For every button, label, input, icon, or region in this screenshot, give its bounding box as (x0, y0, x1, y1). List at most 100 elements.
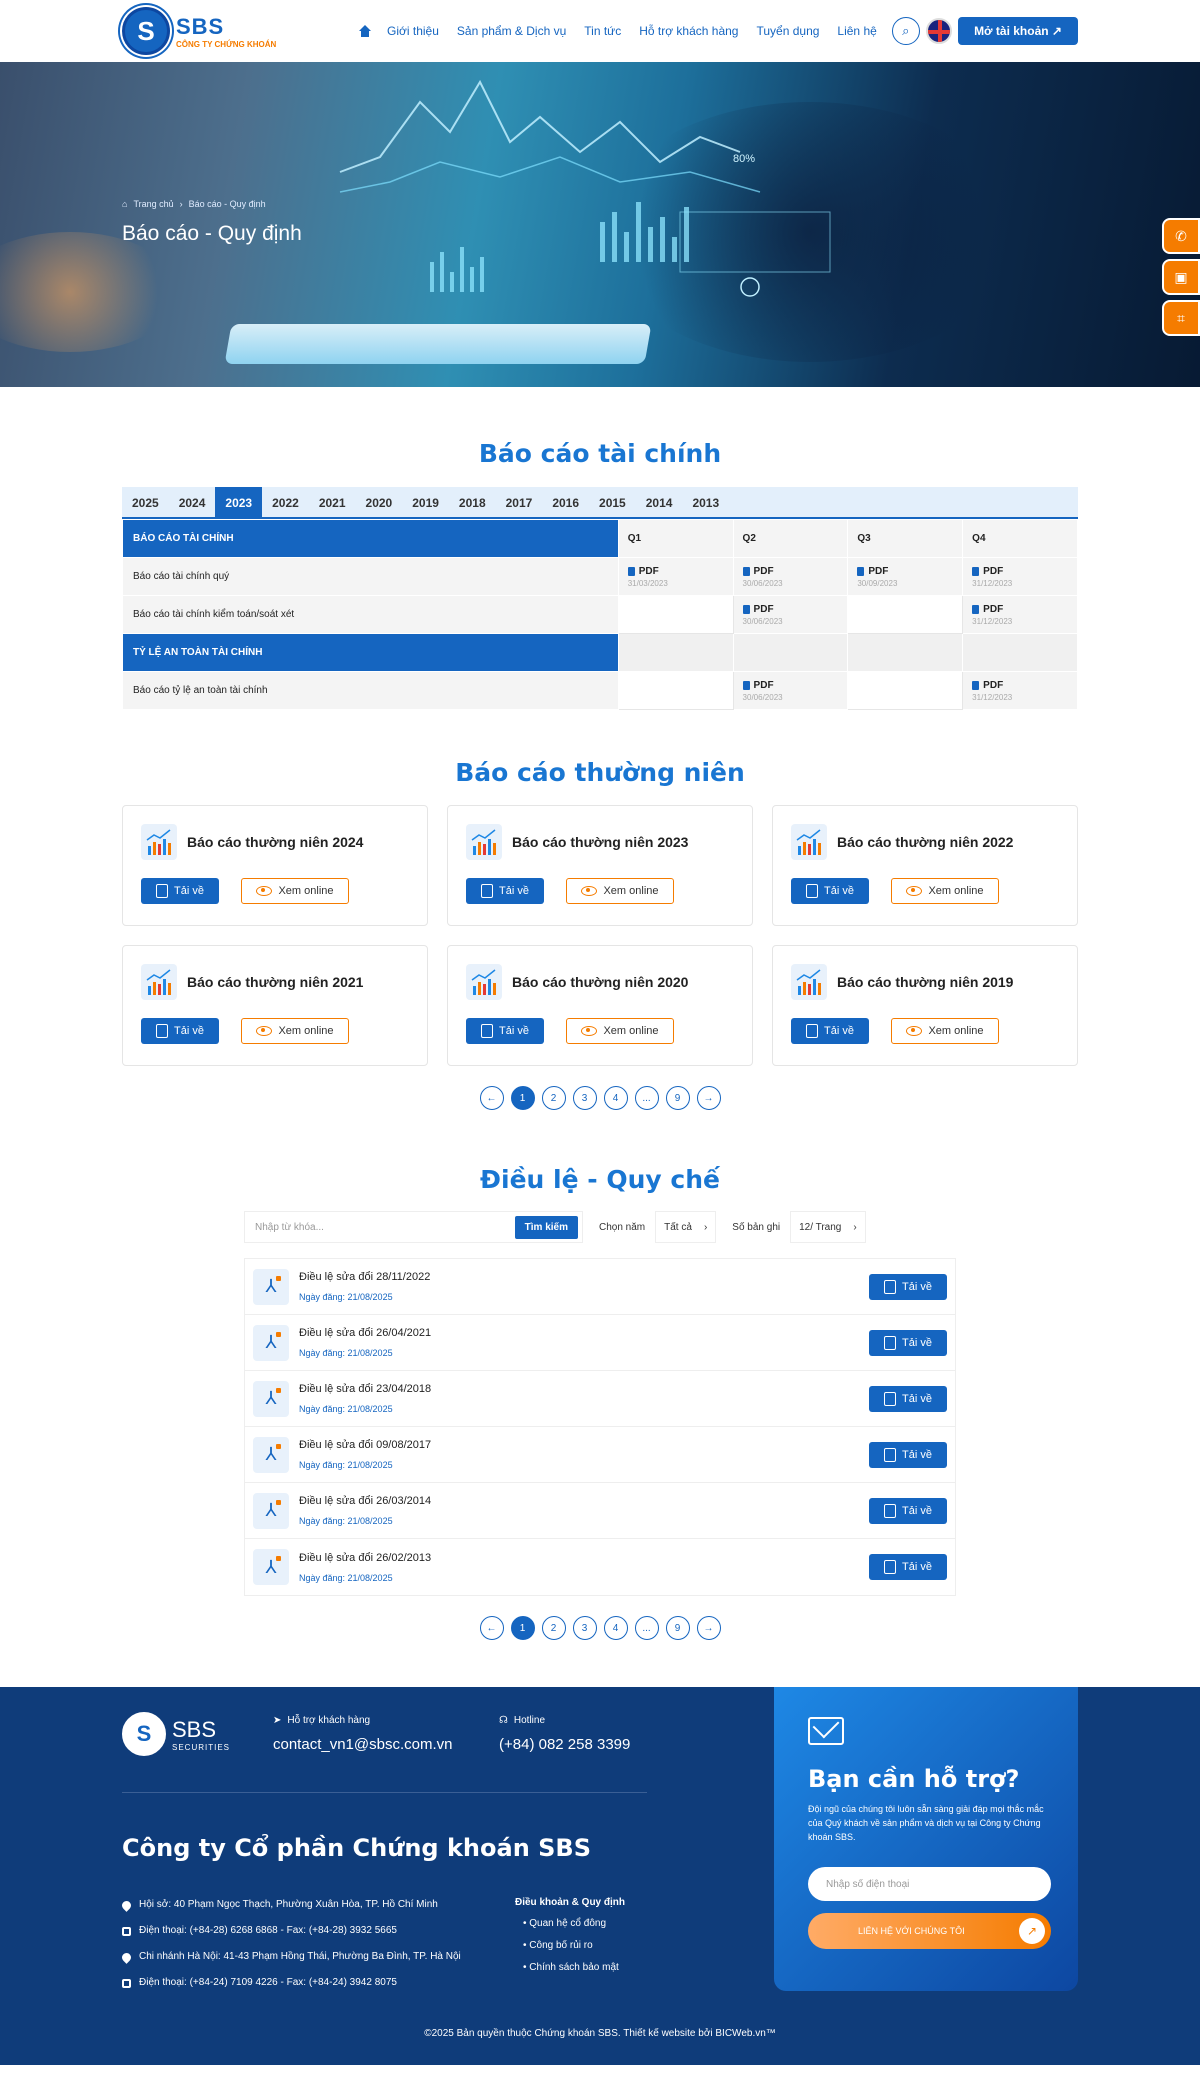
page-size-select[interactable]: 12/ Trang › (790, 1211, 866, 1243)
pdf-file-icon (884, 1335, 897, 1350)
footer-link[interactable]: Chính sách bảo mật (515, 1962, 625, 1973)
next-page-icon[interactable]: → (696, 1616, 721, 1640)
pdf-link[interactable]: PDF 31/12/2023 (962, 671, 1078, 710)
uk-flag-icon[interactable] (925, 18, 952, 44)
year-tab-active[interactable]: 2023 (215, 487, 263, 517)
hotline-number[interactable]: (+84) 082 258 3399 (499, 1736, 630, 1753)
year-tab[interactable]: 2017 (496, 487, 543, 517)
download-button[interactable]: Tải về (141, 1018, 219, 1044)
item-date: Ngày đăng: 21/08/2025 (299, 1572, 393, 1583)
year-tab[interactable]: 2015 (589, 487, 636, 517)
year-tab[interactable]: 2024 (169, 487, 216, 517)
card-title: Báo cáo thường niên 2019 (837, 974, 1014, 990)
item-title[interactable]: Điều lệ sửa đổi 26/02/2013 (299, 1552, 431, 1564)
year-tab[interactable]: 2013 (682, 487, 729, 517)
view-online-button[interactable]: Xem online (891, 1018, 999, 1044)
item-title[interactable]: Điều lệ sửa đổi 23/04/2018 (299, 1383, 431, 1395)
pdf-link[interactable]: PDF 30/06/2023 (732, 671, 849, 710)
item-title[interactable]: Điều lệ sửa đổi 09/08/2017 (299, 1439, 431, 1451)
item-title[interactable]: Điều lệ sửa đổi 26/04/2021 (299, 1327, 431, 1339)
pdf-link[interactable]: PDF 30/06/2023 (732, 595, 849, 634)
view-online-button[interactable]: Xem online (566, 1018, 674, 1044)
year-tab[interactable]: 2021 (309, 487, 356, 517)
view-online-button[interactable]: Xem online (566, 878, 674, 904)
next-page-icon[interactable]: → (696, 1086, 721, 1110)
trading-chart-icon[interactable]: ⌗ (1162, 300, 1200, 336)
year-tab[interactable]: 2019 (402, 487, 449, 517)
chevron-right-icon: › (853, 1221, 857, 1233)
nav-careers[interactable]: Tuyển dụng (747, 24, 828, 38)
contact-us-button[interactable]: LIÊN HỆ VỚI CHÚNG TÔI ↗ (808, 1913, 1051, 1949)
footer-link[interactable]: Công bố rủi ro (515, 1940, 625, 1951)
support-email[interactable]: contact_vn1@sbsc.com.vn (273, 1736, 452, 1753)
nav-about[interactable]: Giới thiệu (378, 24, 448, 38)
download-button[interactable]: Tải về (791, 1018, 869, 1044)
prev-page-icon[interactable]: ← (479, 1616, 504, 1640)
home-icon[interactable] (358, 25, 372, 37)
footer-logo[interactable]: S SBS SECURITIES (122, 1712, 230, 1756)
open-account-button[interactable]: Mở tài khoản ↗ (958, 17, 1078, 45)
page-button-active[interactable]: 1 (510, 1086, 535, 1110)
year-tab[interactable]: 2022 (262, 487, 309, 517)
phone-icon[interactable]: ✆ (1162, 218, 1200, 254)
search-button[interactable]: Tìm kiếm (514, 1215, 578, 1239)
page-button[interactable]: 4 (603, 1086, 628, 1110)
pdf-icon (742, 680, 750, 690)
download-button[interactable]: Tải về (141, 878, 219, 904)
section-title: Điều lệ - Quy chế (480, 1165, 720, 1194)
page-button[interactable]: 9 (665, 1616, 690, 1640)
download-button[interactable]: Tải về (869, 1554, 947, 1580)
prev-page-icon[interactable]: ← (479, 1086, 504, 1110)
page-button[interactable]: 2 (541, 1086, 566, 1110)
pdf-link[interactable]: PDF 30/06/2023 (732, 557, 849, 596)
page-button[interactable]: 3 (572, 1616, 597, 1640)
download-button[interactable]: Tải về (869, 1385, 947, 1412)
year-tab[interactable]: 2014 (636, 487, 683, 517)
search-input[interactable]: Nhập từ khóa... Tìm kiếm (244, 1211, 583, 1243)
list-item: ⅄ Điều lệ sửa đổi 09/08/2017 Ngày đăng: 21… (245, 1427, 955, 1483)
view-online-button[interactable]: Xem online (241, 1018, 349, 1044)
breadcrumb-home[interactable]: Trang chủ (133, 199, 173, 209)
chevron-right-icon: › (703, 1221, 708, 1233)
phone-input[interactable]: Nhập số điện thoại (808, 1867, 1051, 1901)
pdf-link[interactable]: PDF 31/03/2023 (617, 557, 734, 596)
download-button[interactable]: Tải về (869, 1497, 947, 1524)
nav-support[interactable]: Hỗ trợ khách hàng (630, 24, 747, 38)
page-button[interactable]: 3 (572, 1086, 597, 1110)
page-button[interactable]: 9 (665, 1086, 690, 1110)
nav-news[interactable]: Tin tức (575, 24, 630, 38)
view-online-button[interactable]: Xem online (891, 878, 999, 904)
page-button[interactable]: 4 (603, 1616, 628, 1640)
download-button[interactable]: Tải về (791, 878, 869, 904)
nav-products[interactable]: Sản phẩm & Dịch vụ (448, 24, 575, 38)
download-button[interactable]: Tải về (869, 1441, 947, 1468)
footer-link[interactable]: Quan hệ cổ đông (515, 1918, 625, 1929)
year-tab[interactable]: 2025 (122, 487, 169, 517)
item-title[interactable]: Điều lệ sửa đổi 26/03/2014 (299, 1495, 431, 1507)
row-label: Báo cáo tài chính kiểm toán/soát xét (122, 595, 619, 634)
download-button[interactable]: Tải về (466, 1018, 544, 1044)
pdf-link[interactable]: PDF 31/12/2023 (962, 595, 1078, 634)
view-online-button[interactable]: Xem online (241, 878, 349, 904)
download-button[interactable]: Tải về (869, 1329, 947, 1356)
pdf-link[interactable]: PDF 30/09/2023 (847, 557, 964, 596)
section-title: Báo cáo tài chính (478, 439, 722, 468)
item-title[interactable]: Điều lệ sửa đổi 28/11/2022 (299, 1271, 430, 1283)
table-group-header: BÁO CÁO TÀI CHÍNH (122, 519, 619, 558)
year-select[interactable]: Tất cả › (655, 1211, 717, 1243)
pdf-file-icon (156, 884, 169, 898)
download-button[interactable]: Tải về (466, 878, 544, 904)
year-tab[interactable]: 2016 (542, 487, 589, 517)
home-icon[interactable]: ⌂ (122, 199, 127, 209)
pdf-link[interactable]: PDF 31/12/2023 (962, 557, 1078, 596)
nav-contact[interactable]: Liên hệ (828, 24, 885, 38)
year-tab[interactable]: 2020 (356, 487, 403, 517)
download-button[interactable]: Tải về (869, 1273, 947, 1300)
page-button-active[interactable]: 1 (510, 1616, 535, 1640)
search-icon[interactable]: ⌕ (891, 17, 920, 45)
annual-report-card: Báo cáo thường niên 2021 Tải về Xem online (122, 945, 428, 1066)
logo[interactable]: S SBS CÔNG TY CHỨNG KHOÁN (122, 7, 340, 55)
account-card-icon[interactable]: ▣ (1162, 259, 1200, 295)
year-tab[interactable]: 2018 (449, 487, 496, 517)
page-button[interactable]: 2 (541, 1616, 566, 1640)
